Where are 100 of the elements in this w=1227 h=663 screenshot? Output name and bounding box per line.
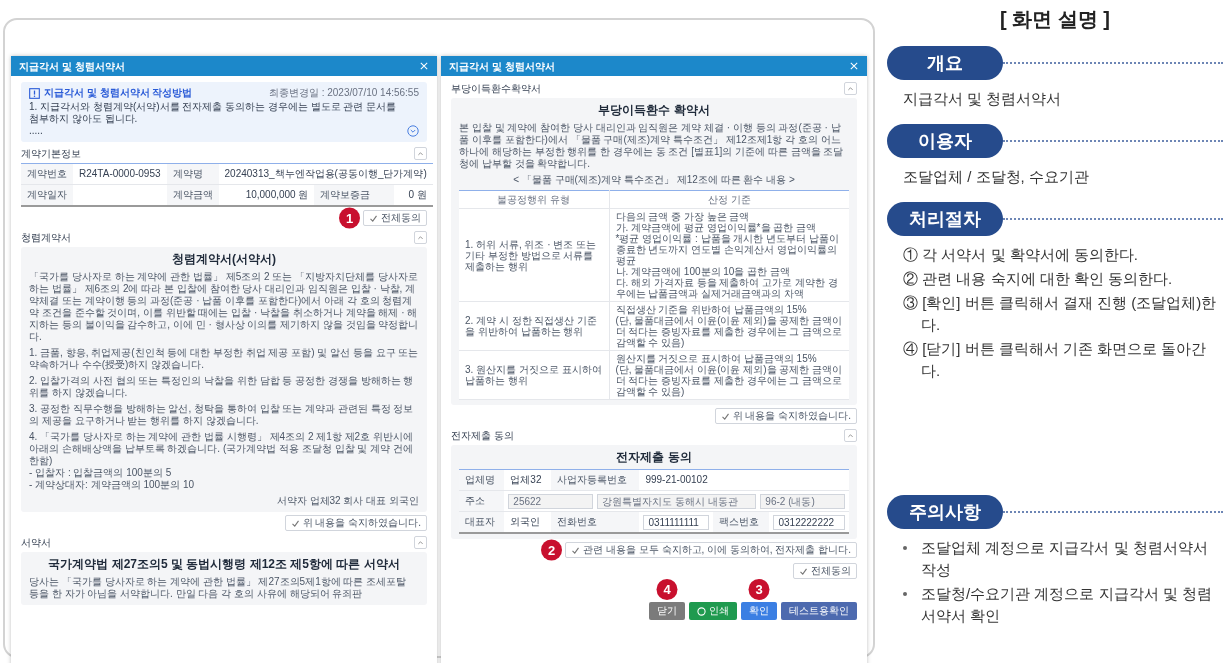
field-label: 대표자: [459, 511, 505, 533]
notice-text: 1. 지급각서와 청렴계약(서약)서를 전자제출 동의하는 경우에는 별도로 관련 문서를 첨부하지 않아도 됩니다.: [29, 101, 398, 125]
notice-title: 지급각서 및 청렴서약서 작성방법: [44, 87, 193, 99]
criteria-line: 다음의 금액 중 가장 높은 금액: [615, 211, 751, 222]
description-text: 조달업체 / 조달청, 수요기관: [903, 167, 1090, 187]
section-heading: 계약기본정보: [21, 147, 81, 160]
input-field: 25622: [508, 493, 593, 509]
collapse-button[interactable]: [844, 82, 857, 95]
paragraph: 「국가를 당사자로 하는 계약에 관한 법률」 제5조의 2 또는 「지방자치단체를 당사자로 하는 법률」 제6조의 2에 따라 본 입찰에 참여한 당사 대리인과 임직원은 입찰 · 낙찰, 계약체결 또는 계약이행 등의 과정(준공 · 납품 이후를 포함한다)에서 아래 각 호의 청렴계약 조건을 준수할 것이며, 이를 위반할 때에는 입찰 · 낙찰을 취소하거나 계약을 해제 · 해지하는 등의 불이익을 감수하고, 이에 민 · 형사상 이의를 제기하지 않을 것임을 약정합니다.: [29, 271, 419, 343]
check-icon: [369, 213, 378, 223]
close-button[interactable]: [419, 61, 429, 71]
input-field[interactable]: 0311111111: [643, 514, 710, 530]
circle-icon: [697, 606, 706, 616]
check-icon: [799, 566, 808, 576]
paragraph: 1. 금품, 향응, 취업제공(친인척 등에 대한 부정한 취업 제공 포함) 및 알선 등을 요구 또는 약속하거나 수수(授受)하지 않겠습니다.: [29, 347, 419, 371]
agree-button[interactable]: 위 내용을 숙지하였습니다.: [284, 515, 427, 531]
input-field[interactable]: 0312222222: [773, 514, 845, 530]
field-label: 주소: [459, 490, 505, 512]
column-header: 불공정행위 유형: [459, 190, 609, 209]
table-cell: 20240313_책누엔작업용(공동이행_단가계약): [218, 163, 433, 185]
expand-icon: [407, 125, 419, 137]
section-heading: 전자제출 동의: [451, 429, 514, 442]
table-cell: 1. 허위 서류, 위조 · 변조 또는 기타 부정한 방법으로 서류를 제출하는 행위: [459, 208, 609, 302]
step-badge: 3: [748, 579, 770, 600]
notice-text: .....: [29, 125, 44, 137]
collapse-button[interactable]: [414, 536, 427, 549]
signature: 서약자 업체32 회사 대표 외국인: [275, 495, 419, 507]
table-cell: 2. 계약 시 정한 직접생산 기준을 위반하여 납품하는 행위: [459, 301, 609, 351]
description-text: 지급각서 및 청렴서약서: [903, 89, 1063, 109]
table-cell: 3. 원산지를 거짓으로 표시하여 납품하는 행위: [459, 350, 609, 400]
section-pill: 개요: [887, 46, 1003, 80]
criteria-line: 나. 계약금액에 100분의 10을 곱한 금액: [615, 266, 791, 277]
panel-title: [ 화면 설명 ]: [999, 7, 1111, 32]
criteria-line: 직접생산 기준을 위반하여 납품금액의 15%: [615, 304, 808, 315]
check-icon: [290, 518, 300, 528]
criteria-line: 원산지를 거짓으로 표시하여 납품금액의 15%: [615, 353, 818, 364]
field-label: 계약일자: [21, 184, 73, 206]
field-label: 계약보증금: [314, 184, 394, 206]
section-heading: 청렴계약서: [21, 231, 71, 244]
section-heading: 부당이득환수확약서: [451, 82, 541, 95]
action-button[interactable]: 닫기: [649, 602, 685, 620]
agree-button[interactable]: 전체동의: [363, 210, 427, 226]
table-cell: 업체32: [504, 469, 551, 491]
step-badge: 2: [541, 539, 563, 561]
document-title: 전자제출 동의: [615, 450, 693, 465]
chevron-up-icon: [417, 539, 424, 546]
note-text: 조달청/수요기관 계정으로 지급각서 및 청렴서약서 확인: [921, 584, 1213, 626]
step-text: ③ [확인] 버튼 클릭해서 결재 진행 (조달업체)한다.: [903, 293, 1218, 335]
step-text: ① 각 서약서 및 확약서에 동의한다.: [903, 245, 1139, 265]
action-button[interactable]: 인쇄: [689, 602, 737, 620]
input-field: 96-2 (내동): [760, 493, 845, 509]
alert-icon: [29, 87, 40, 99]
agree-button[interactable]: 관련 내용을 모두 숙지하고, 이에 동의하여, 전자제출 합니다.: [565, 542, 857, 558]
criteria-line: (단, 물품대금에서 이윤(이윤 제외)을 공제한 금액이 더 적다는 증빙자료를 제출한 경우에는 그 금액으로 감액할 수 있음): [615, 315, 843, 348]
bullet-icon: [903, 592, 907, 596]
section-heading: 서약서: [21, 536, 51, 549]
input-field: 강원특별자치도 동해시 내동관: [597, 493, 757, 509]
paragraph: 4. 「국가를 당사자로 하는 계약에 관한 법률 시행령」 제4조의 2 제1항 제2호 위반시에 아래의 손해배상액을 납부토록 하겠습니다. (국가계약법 적용 조달청 입찰 및 계약 건에 한함): [29, 431, 414, 467]
criteria-line: *평균 영업이익률 : 납품을 개시한 년도부터 납품이 종료한 년도까지 연도별 손익계산서 영업이익률의 평균: [615, 233, 840, 266]
field-label: 사업자등록번호: [550, 469, 640, 491]
collapse-button[interactable]: [844, 429, 857, 442]
chevron-up-icon: [847, 85, 854, 92]
table-cell: 999-21-00102: [639, 469, 849, 491]
section-pill: 이용자: [887, 124, 1003, 158]
criteria-line: 다. 해외 가격자료 등을 제출하여 고가로 계약한 경우에는 납품금액과 실제거래금액과의 차액: [615, 277, 839, 299]
action-button[interactable]: 테스트용확인: [781, 602, 857, 620]
action-button[interactable]: 확인: [741, 602, 777, 620]
field-label: 계약번호: [21, 163, 73, 185]
updated-date: 최종변경일 : 2023/07/10 14:56:55: [268, 87, 419, 99]
close-icon: [850, 62, 858, 70]
document-title: 청렴계약서(서약서): [171, 252, 277, 267]
table-cell: R24TA-0000-0953: [73, 163, 167, 185]
collapse-button[interactable]: [414, 231, 427, 244]
agree-button[interactable]: 위 내용을 숙지하였습니다.: [714, 408, 857, 424]
table-caption: < 「물품 구매(제조)계약 특수조건」 제12조에 따른 환수 내용 >: [512, 174, 796, 186]
document-title: 국가계약법 제27조의5 및 동법시행령 제12조 제5항에 따른 서약서: [47, 557, 401, 572]
chevron-up-icon: [417, 234, 424, 241]
close-icon: [420, 62, 428, 70]
section-pill: 주의사항: [887, 495, 1003, 529]
collapse-button[interactable]: [414, 147, 427, 160]
agree-button[interactable]: 전체동의: [793, 563, 857, 579]
note-text: 조달업체 계정으로 지급각서 및 청렴서약서 작성: [921, 538, 1209, 580]
close-button[interactable]: [849, 61, 859, 71]
document-title: 부당이득환수 확약서: [597, 103, 711, 118]
paragraph: 3. 공정한 직무수행을 방해하는 알선, 청탁을 통하여 입찰 또는 계약과 관련된 특정 정보의 제공을 요구하거나 받는 행위를 하지 않겠습니다.: [29, 403, 415, 427]
step-text: ② 관련 내용 숙지에 대한 확인 동의한다.: [903, 269, 1174, 289]
criteria-line: 가. 계약금액에 평균 영업이익률*을 곱한 금액: [615, 222, 818, 233]
bullet-icon: [903, 546, 907, 550]
step-badge: 4: [656, 579, 678, 600]
chevron-up-icon: [847, 432, 854, 439]
field-label: 팩스번호: [713, 511, 770, 533]
check-icon: [720, 411, 730, 421]
paragraph: 본 입찰 및 계약에 참여한 당사 대리인과 임직원은 계약 체결 · 이행 등의 과정(준공 · 납품 이후를 포함한다)에서 「물품 구매(제조)계약 특수조건」 제12조제1항 각 호의 어느 하나에 해당하는 부정한 행위를 한 경우에는 동 조건 [별표1]의 기준에 따른 금액을 조달청에 납부할 것을 확약합니다.: [459, 122, 845, 170]
paragraph: 2. 입찰가격의 사전 협의 또는 특정인의 낙찰을 위한 담합 등 공정한 경쟁을 방해하는 행위를 하지 않겠습니다.: [29, 375, 415, 399]
paragraph: - 계약상대자: 계약금액의 100분의 10: [29, 479, 196, 491]
section-pill: 처리절차: [887, 202, 1003, 236]
step-badge: 1: [339, 207, 360, 229]
check-icon: [571, 545, 581, 555]
criteria-line: (단, 물품대금에서 이윤(이윤 제외)을 공제한 금액이 더 적다는 증빙자료를 제출한 경우에는 그 금액으로 감액할 수 있음): [615, 364, 843, 397]
table-cell: 외국인: [504, 511, 551, 533]
